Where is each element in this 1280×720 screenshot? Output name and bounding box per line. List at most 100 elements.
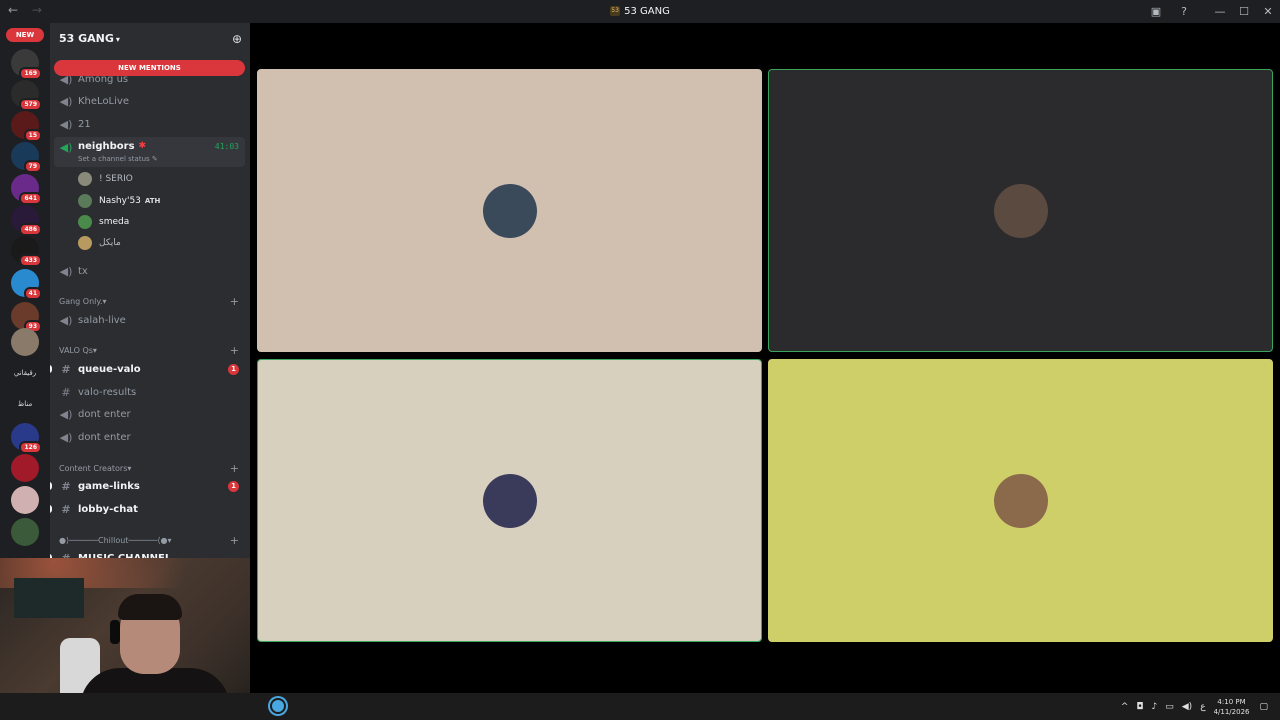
voice-user-name: ! SERIO: [99, 174, 133, 184]
channel-name: dont enter: [78, 408, 131, 420]
channel-item[interactable]: ◀) salah-live: [54, 310, 245, 330]
video-tile[interactable]: [257, 69, 762, 352]
video-tile[interactable]: [257, 359, 762, 642]
maximize-icon[interactable]: ☐: [1232, 5, 1256, 18]
channel-name: game-links: [78, 480, 140, 492]
create-channel-icon[interactable]: +: [230, 295, 239, 308]
avatar: [78, 236, 92, 250]
channel-name: dont enter: [78, 431, 131, 443]
voice-channel-21[interactable]: ◀) 21: [54, 114, 245, 134]
voice-user[interactable]: ! SERIO: [78, 169, 133, 189]
channel-item[interactable]: # valo-results: [54, 382, 245, 402]
server-icon[interactable]: 15: [11, 111, 42, 142]
new-server-pill[interactable]: NEW: [6, 28, 44, 42]
notification-icon[interactable]: ▢: [1259, 702, 1268, 712]
language-indicator[interactable]: ع: [1200, 702, 1205, 712]
speaker-icon: ◀): [59, 141, 73, 154]
chevron-up-icon[interactable]: ^: [1121, 702, 1129, 712]
speaker-icon: ◀): [59, 313, 73, 327]
mention-badge: 1: [228, 480, 239, 492]
create-channel-icon[interactable]: +: [230, 344, 239, 357]
channel-name: valo-results: [78, 386, 137, 398]
category-name: Content Creators: [59, 463, 128, 473]
speaker-icon: ◀): [59, 430, 73, 444]
clock[interactable]: 4:10 PM 4/11/2026: [1214, 697, 1250, 717]
mention-badge: 41: [23, 287, 42, 300]
channel-item[interactable]: # queue-valo 1: [50, 359, 245, 379]
channel-name: KheLoLive: [78, 95, 129, 107]
server-icon[interactable]: 169: [11, 49, 42, 80]
channel-category[interactable]: Gang Only. ▾ +: [59, 294, 239, 308]
hash-icon: #: [61, 385, 71, 399]
mention-badge: 433: [19, 254, 42, 267]
camera-icon[interactable]: ◘: [1136, 702, 1143, 712]
pencil-icon: ✎: [151, 155, 158, 163]
voice-channel-neighbors[interactable]: ◀) neighbors ✱ 41:03 Set a channel statu…: [54, 137, 245, 167]
channel-category[interactable]: VALO Qs ▾ +: [59, 343, 239, 357]
server-icon[interactable]: 486: [11, 205, 42, 236]
add-member-icon[interactable]: ⊕: [232, 32, 242, 46]
unread-indicator: [50, 482, 52, 490]
speaker-icon: ◀): [59, 407, 73, 421]
taskbar: ^ ◘ ♪ ▭ ◀) ع 4:10 PM 4/11/2026 ▢: [0, 693, 1280, 720]
help-icon[interactable]: ?: [1172, 5, 1196, 18]
inbox-icon[interactable]: ▣: [1144, 5, 1168, 18]
video-tile[interactable]: [768, 359, 1273, 642]
server-icon[interactable]: [11, 486, 39, 514]
channel-name: salah-live: [78, 314, 126, 326]
voice-channel-tx[interactable]: ◀) tx: [54, 261, 245, 281]
avatar: [482, 473, 537, 528]
channel-item[interactable]: # game-links 1: [50, 476, 245, 496]
server-icon[interactable]: 41: [11, 269, 42, 300]
channel-item[interactable]: # lobby-chat: [50, 499, 245, 519]
avatar: [78, 194, 92, 208]
server-icon[interactable]: 641: [11, 174, 42, 205]
chevron-down-icon: ▾: [92, 345, 97, 355]
server-icon[interactable]: 579: [11, 80, 42, 111]
window-controls: ▣ ? — ☐ ✕: [1144, 0, 1280, 23]
channel-category[interactable]: ●⟩──────Chillout──────⟨● ▾ +: [59, 533, 239, 547]
voice-user[interactable]: smeda: [78, 212, 129, 232]
close-icon[interactable]: ✕: [1256, 5, 1280, 18]
mic-icon[interactable]: ♪: [1152, 702, 1158, 712]
server-icon[interactable]: [11, 518, 39, 546]
server-icon[interactable]: 433: [11, 236, 42, 267]
channel-name: neighbors: [78, 141, 135, 152]
channel-item[interactable]: ◀) dont enter: [54, 404, 245, 424]
voice-channel-khelolive[interactable]: ◀) KheLoLive: [54, 91, 245, 111]
avatar: [993, 183, 1048, 238]
server-text-icon[interactable]: رقيقاني: [8, 369, 42, 377]
call-timer: 41:03: [214, 142, 239, 151]
minimize-icon[interactable]: —: [1208, 5, 1232, 18]
channel-item[interactable]: ◀) dont enter: [54, 427, 245, 447]
server-icon[interactable]: 93: [11, 302, 42, 333]
volume-icon[interactable]: ◀): [1182, 702, 1192, 712]
server-icon[interactable]: 126: [11, 423, 42, 454]
channel-name: 21: [78, 118, 91, 130]
avatar: [993, 473, 1048, 528]
chevron-down-icon: ▾: [115, 35, 120, 44]
video-tile[interactable]: [768, 69, 1273, 352]
mention-badge: 579: [19, 98, 42, 111]
user-tag: ATH: [144, 197, 161, 205]
server-text-icon[interactable]: مناظ: [8, 400, 42, 408]
unread-indicator: [50, 365, 52, 373]
voice-user[interactable]: مايكل: [78, 233, 121, 253]
create-channel-icon[interactable]: +: [230, 534, 239, 547]
time: 4:10 PM: [1217, 697, 1246, 706]
guild-header[interactable]: 53 GANG ▾: [59, 32, 120, 45]
server-logo-icon: 53: [610, 6, 621, 16]
new-mentions-bar[interactable]: NEW MENTIONS: [54, 60, 245, 76]
channel-status[interactable]: Set a channel status ✎: [78, 155, 158, 163]
create-channel-icon[interactable]: +: [230, 462, 239, 475]
server-icon[interactable]: [11, 328, 39, 356]
chevron-down-icon: ▾: [127, 463, 132, 473]
voice-user[interactable]: Nashy'53 ATH: [78, 191, 160, 211]
channel-category[interactable]: Content Creators ▾ +: [59, 461, 239, 475]
server-icon[interactable]: [11, 454, 39, 482]
guild-name: 53 GANG: [59, 32, 114, 45]
mention-badge: 126: [19, 441, 42, 454]
network-icon[interactable]: ▭: [1165, 702, 1174, 712]
server-icon[interactable]: 79: [11, 142, 42, 173]
app-taskbar-icon[interactable]: [270, 698, 286, 714]
